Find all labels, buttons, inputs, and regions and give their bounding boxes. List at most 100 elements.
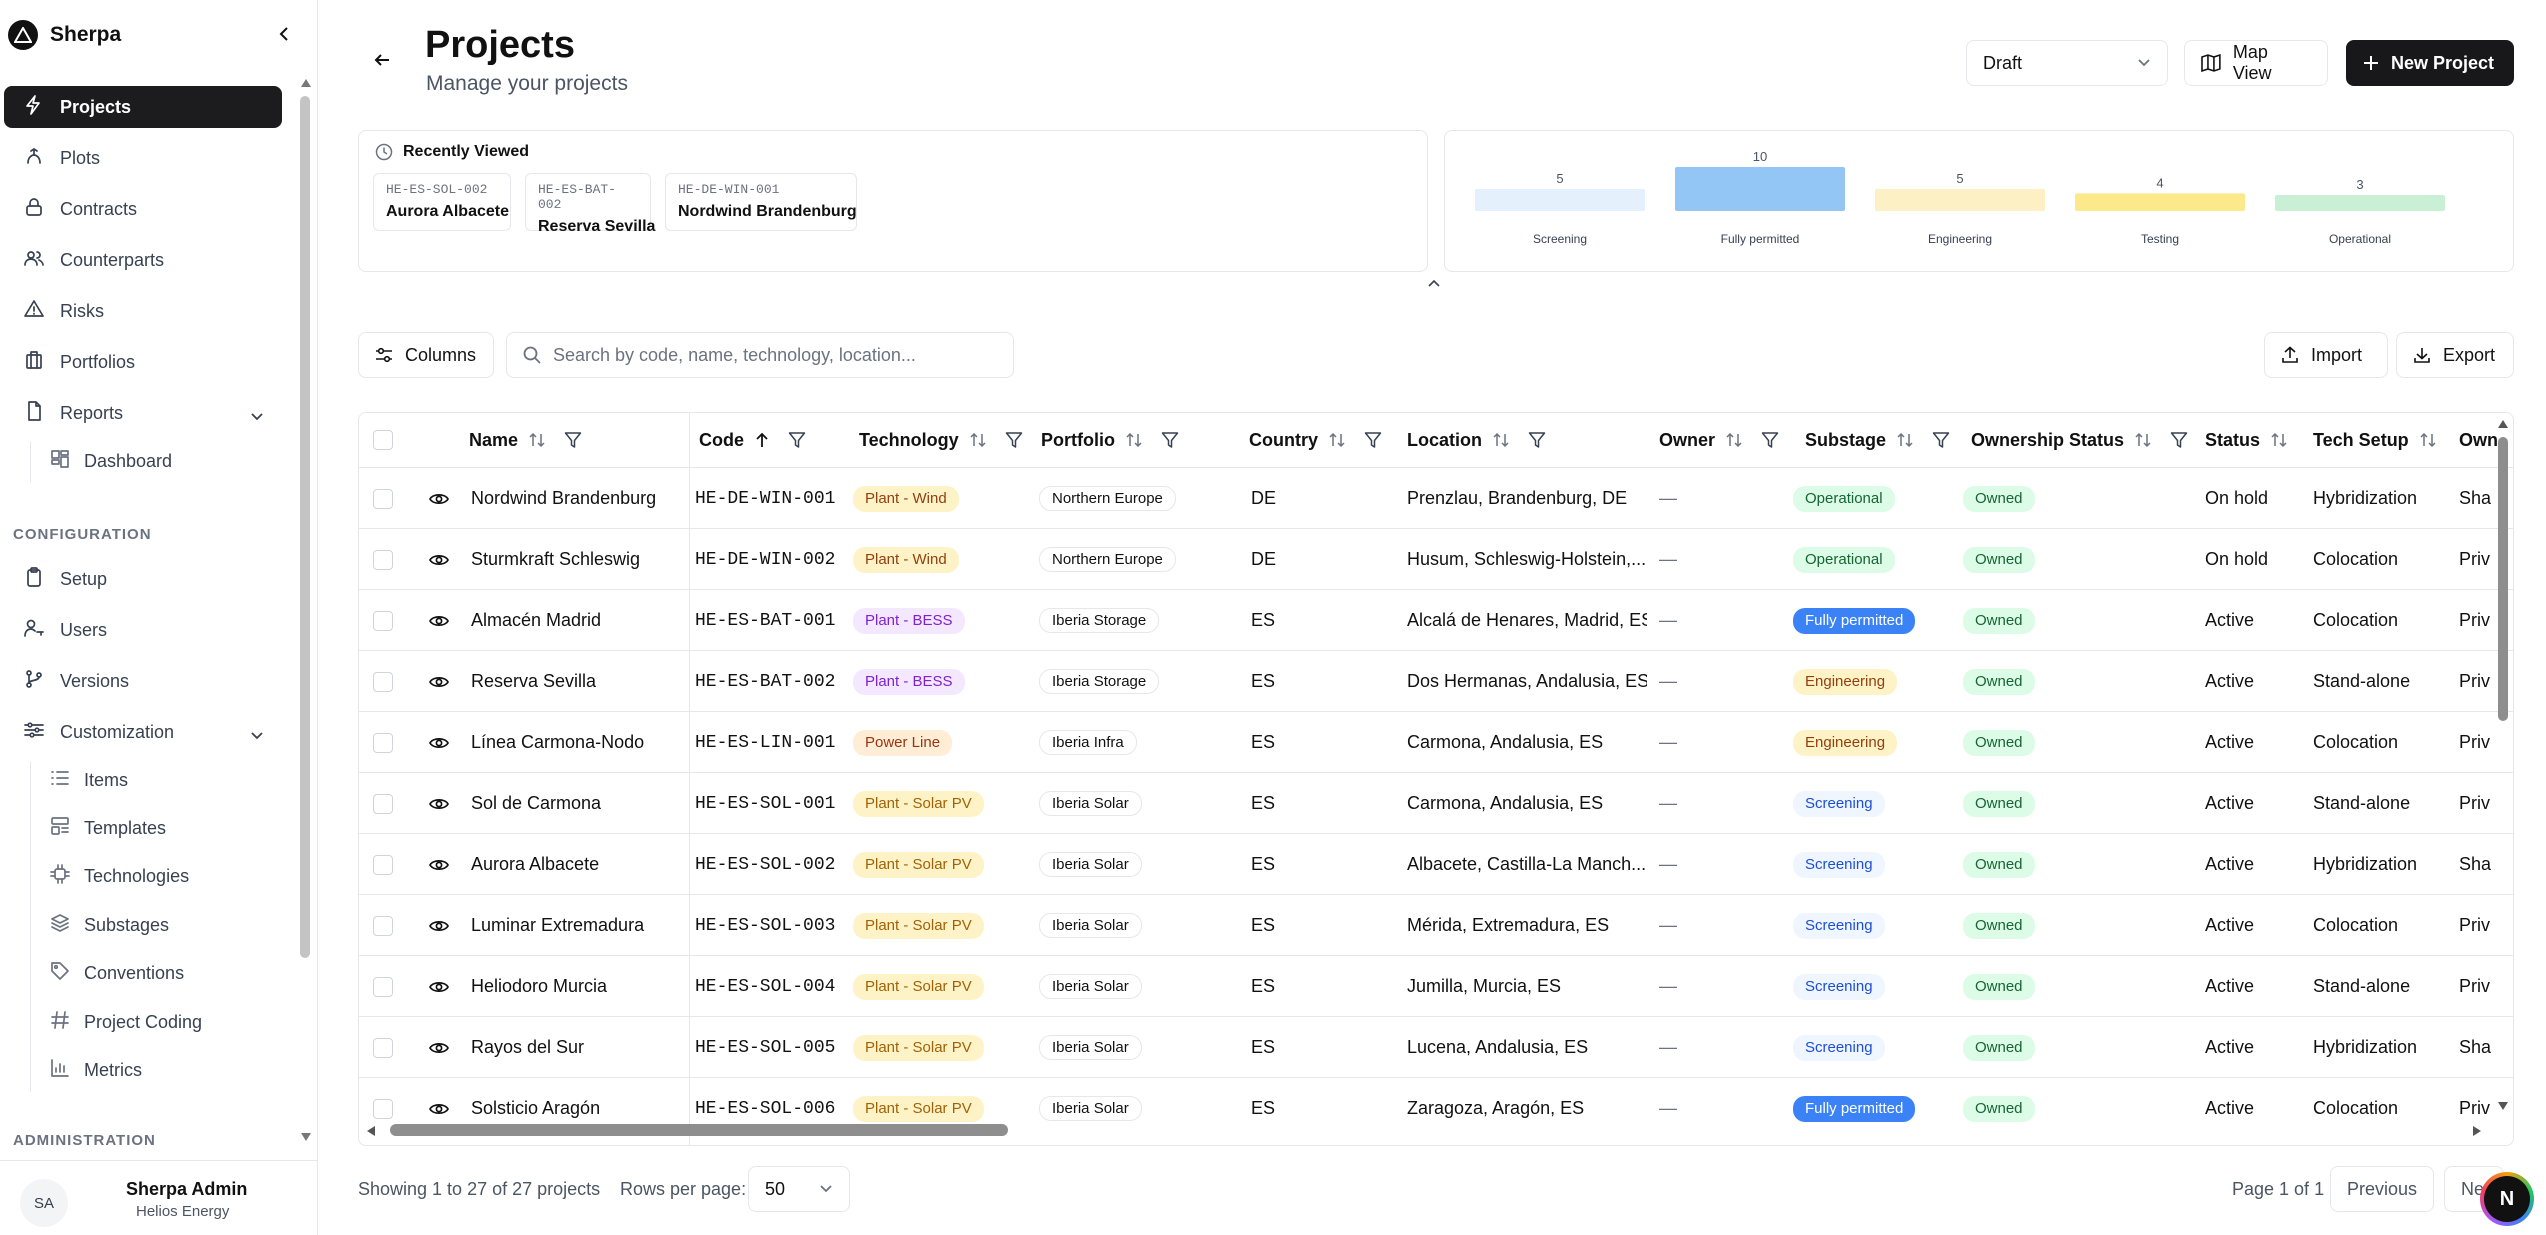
columns-button[interactable]: Columns xyxy=(358,332,494,378)
row-checkbox[interactable] xyxy=(373,976,393,997)
sort-icon[interactable] xyxy=(1896,431,1914,449)
import-button[interactable]: Import xyxy=(2264,332,2388,378)
sidebar-item-dashboard[interactable]: Dashboard xyxy=(50,442,282,480)
row-checkbox[interactable] xyxy=(373,793,393,814)
row-checkbox-cell[interactable] xyxy=(373,773,393,834)
row-checkbox[interactable] xyxy=(373,854,393,875)
status-select[interactable]: Draft xyxy=(1966,40,2168,86)
select-all-checkbox-cell[interactable] xyxy=(373,413,393,467)
back-arrow-icon[interactable] xyxy=(368,46,396,74)
sort-ascending-icon[interactable] xyxy=(754,431,770,449)
filter-icon[interactable] xyxy=(1005,431,1023,449)
view-eye-icon[interactable] xyxy=(429,895,449,956)
chart-bar-engineering[interactable] xyxy=(1875,189,2045,211)
collapse-sidebar-icon[interactable] xyxy=(272,20,296,48)
sidebar-item-project-coding[interactable]: Project Coding xyxy=(50,1003,282,1041)
sidebar-item-portfolios[interactable]: Portfolios xyxy=(4,341,282,383)
view-eye-icon[interactable] xyxy=(429,590,449,651)
project-name[interactable]: Línea Carmona-Nodo xyxy=(471,712,691,773)
column-header-ownership-status[interactable]: Ownership Status xyxy=(1971,413,2188,467)
project-name[interactable]: Nordwind Brandenburg xyxy=(471,468,691,529)
table-row[interactable]: Heliodoro Murcia HE-ES-SOL-004 Plant - Sol… xyxy=(359,955,2513,1017)
row-checkbox-cell[interactable] xyxy=(373,590,393,651)
recent-project-card[interactable]: HE-DE-WIN-001 Nordwind Brandenburg xyxy=(665,173,857,231)
sidebar-item-reports[interactable]: Reports xyxy=(4,392,282,434)
sort-icon[interactable] xyxy=(528,431,546,449)
table-hscroll-thumb[interactable] xyxy=(390,1124,1008,1136)
column-header-owner[interactable]: Owner xyxy=(1659,413,1779,467)
sidebar-item-conventions[interactable]: Conventions xyxy=(50,955,282,993)
row-checkbox-cell[interactable] xyxy=(373,529,393,590)
filter-icon[interactable] xyxy=(564,431,582,449)
row-checkbox-cell[interactable] xyxy=(373,468,393,529)
table-row[interactable]: Aurora Albacete HE-ES-SOL-002 Plant - Sola… xyxy=(359,833,2513,895)
row-checkbox[interactable] xyxy=(373,488,393,509)
row-checkbox[interactable] xyxy=(373,1098,393,1119)
view-eye-icon[interactable] xyxy=(429,834,449,895)
column-header-code[interactable]: Code xyxy=(699,413,806,467)
sort-icon[interactable] xyxy=(1328,431,1346,449)
row-checkbox[interactable] xyxy=(373,549,393,570)
sort-icon[interactable] xyxy=(2270,431,2288,449)
chart-bar-testing[interactable] xyxy=(2075,193,2245,211)
sidebar-item-substages[interactable]: Substages xyxy=(50,906,282,944)
view-eye-icon[interactable] xyxy=(429,773,449,834)
row-checkbox-cell[interactable] xyxy=(373,895,393,956)
project-name[interactable]: Sol de Carmona xyxy=(471,773,691,834)
scroll-right-arrow-icon[interactable] xyxy=(2472,1124,2482,1142)
rows-per-page-select[interactable]: 50 xyxy=(748,1166,850,1212)
sidebar-item-setup[interactable]: Setup xyxy=(4,558,282,600)
row-checkbox-cell[interactable] xyxy=(373,712,393,773)
column-header-tech-setup[interactable]: Tech Setup xyxy=(2313,413,2437,467)
recent-project-card[interactable]: HE-ES-SOL-002 Aurora Albacete xyxy=(373,173,511,231)
column-header-technology[interactable]: Technology xyxy=(859,413,1023,467)
table-row[interactable]: Reserva Sevilla HE-ES-BAT-002 Plant - BESS… xyxy=(359,650,2513,712)
project-name[interactable]: Almacén Madrid xyxy=(471,590,691,651)
table-row[interactable]: Luminar Extremadura HE-ES-SOL-003 Plant - … xyxy=(359,894,2513,956)
search-input[interactable] xyxy=(553,344,993,366)
filter-icon[interactable] xyxy=(2170,431,2188,449)
project-name[interactable]: Sturmkraft Schleswig xyxy=(471,529,691,590)
column-header-country[interactable]: Country xyxy=(1249,413,1382,467)
table-row[interactable]: Rayos del Sur HE-ES-SOL-005 Plant - Solar … xyxy=(359,1016,2513,1078)
row-checkbox-cell[interactable] xyxy=(373,956,393,1017)
filter-icon[interactable] xyxy=(1161,431,1179,449)
column-header-location[interactable]: Location xyxy=(1407,413,1546,467)
row-checkbox[interactable] xyxy=(373,915,393,936)
column-header-portfolio[interactable]: Portfolio xyxy=(1041,413,1179,467)
sort-icon[interactable] xyxy=(969,431,987,449)
project-name[interactable]: Luminar Extremadura xyxy=(471,895,691,956)
recent-project-card[interactable]: HE-ES-BAT-002 Reserva Sevilla xyxy=(525,173,655,235)
sort-icon[interactable] xyxy=(1125,431,1143,449)
column-header-status[interactable]: Status xyxy=(2205,413,2288,467)
sort-icon[interactable] xyxy=(1492,431,1510,449)
view-eye-icon[interactable] xyxy=(429,956,449,1017)
user-menu[interactable]: SA Sherpa Admin Helios Energy xyxy=(0,1160,318,1235)
project-name[interactable]: Aurora Albacete xyxy=(471,834,691,895)
row-checkbox-cell[interactable] xyxy=(373,651,393,712)
scroll-left-arrow-icon[interactable] xyxy=(366,1124,376,1142)
sidebar-item-projects[interactable]: Projects xyxy=(4,86,282,128)
table-row[interactable]: Nordwind Brandenburg HE-DE-WIN-001 Plant -… xyxy=(359,467,2513,529)
sidebar-item-counterparts[interactable]: Counterparts xyxy=(4,239,282,281)
row-checkbox[interactable] xyxy=(373,732,393,753)
sidebar-item-contracts[interactable]: Contracts xyxy=(4,188,282,230)
sort-icon[interactable] xyxy=(2134,431,2152,449)
sort-icon[interactable] xyxy=(2419,431,2437,449)
chart-bar-fully-permitted[interactable] xyxy=(1675,167,1845,211)
export-button[interactable]: Export xyxy=(2396,332,2514,378)
select-all-checkbox[interactable] xyxy=(373,430,393,450)
filter-icon[interactable] xyxy=(788,431,806,449)
row-checkbox-cell[interactable] xyxy=(373,1017,393,1078)
sidebar-item-versions[interactable]: Versions xyxy=(4,660,282,702)
view-eye-icon[interactable] xyxy=(429,712,449,773)
table-row[interactable]: Línea Carmona-Nodo HE-ES-LIN-001 Power Lin… xyxy=(359,711,2513,773)
sidebar-item-technologies[interactable]: Technologies xyxy=(50,858,282,896)
filter-icon[interactable] xyxy=(1364,431,1382,449)
row-checkbox[interactable] xyxy=(373,671,393,692)
brand[interactable]: Sherpa xyxy=(8,18,121,52)
sort-icon[interactable] xyxy=(1725,431,1743,449)
column-header-substage[interactable]: Substage xyxy=(1805,413,1950,467)
previous-button[interactable]: Previous xyxy=(2330,1166,2434,1212)
table-row[interactable]: Sturmkraft Schleswig HE-DE-WIN-002 Plant -… xyxy=(359,528,2513,590)
